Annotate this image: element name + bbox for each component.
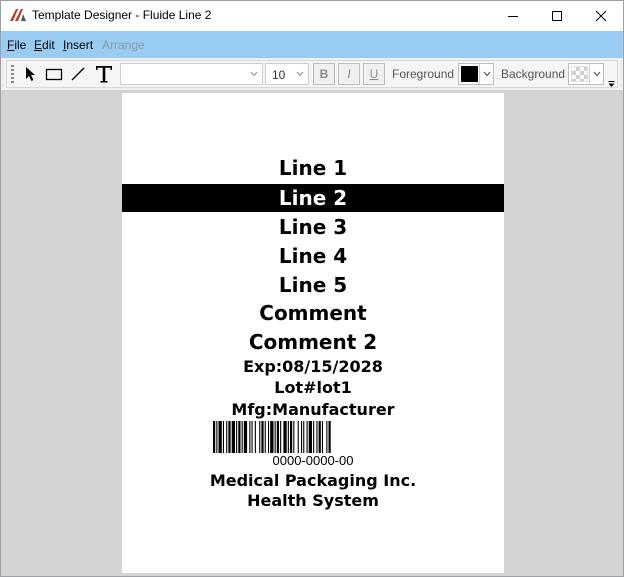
barcode-bar [316, 421, 318, 453]
design-canvas[interactable]: Line 1 Line 2 Line 3 Line 4 Line 5 Comme… [1, 90, 623, 576]
barcode-bar [236, 421, 238, 453]
rectangle-tool-button[interactable] [44, 63, 64, 85]
barcode-bar [213, 421, 216, 453]
barcode-bar [259, 421, 261, 453]
barcode-bar [297, 421, 299, 453]
label-line-1[interactable]: Line 1 [122, 154, 504, 182]
minimize-button[interactable] [490, 1, 536, 31]
label-line-4[interactable]: Line 4 [122, 242, 504, 270]
close-icon [595, 10, 607, 22]
maximize-button[interactable] [534, 1, 580, 31]
barcode-bar [251, 421, 253, 453]
background-color-picker[interactable] [568, 63, 604, 85]
barcode-bar [321, 421, 323, 453]
transparent-checker-icon [571, 66, 588, 82]
label-line-5[interactable]: Line 5 [122, 271, 504, 299]
barcode-bar [280, 421, 282, 453]
barcode-bar [261, 421, 264, 453]
pointer-tool-button[interactable] [21, 63, 39, 85]
barcode-bar [249, 421, 251, 453]
label-comment-2[interactable]: Comment 2 [122, 328, 504, 356]
label-health-system[interactable]: Health System [122, 490, 504, 511]
chevron-down-icon [483, 71, 490, 77]
app-logo-icon [9, 8, 27, 22]
font-size-value: 10 [272, 68, 286, 82]
font-name-combo[interactable] [120, 63, 263, 85]
barcode-bar [254, 421, 256, 453]
barcode-bar [226, 421, 228, 453]
text-icon [96, 66, 112, 83]
label-line-3[interactable]: Line 3 [122, 213, 504, 241]
barcode-bar [308, 421, 312, 453]
background-label: Background [501, 67, 566, 81]
barcode-bar [287, 421, 289, 453]
foreground-color-swatch [461, 66, 478, 82]
barcode-bar [313, 421, 315, 453]
barcode-bar [238, 421, 241, 453]
line-icon [71, 67, 85, 81]
toolbar: 10 B I U Foreground Background [6, 60, 618, 88]
barcode-bar [216, 421, 218, 453]
rectangle-icon [45, 68, 63, 81]
barcode-bar [241, 421, 243, 453]
foreground-color-picker[interactable] [458, 63, 494, 85]
barcode[interactable] [212, 421, 412, 453]
bold-button[interactable]: B [313, 63, 335, 85]
label-line-2-selected[interactable]: Line 2 [122, 184, 504, 212]
chevron-down-icon [250, 71, 258, 77]
text-tool-button[interactable] [93, 63, 115, 85]
label-company[interactable]: Medical Packaging Inc. [122, 470, 504, 491]
toolbar-grip[interactable] [11, 65, 14, 83]
barcode-bar [270, 421, 274, 453]
barcode-bar [328, 421, 331, 453]
chevron-down-icon [296, 71, 304, 77]
barcode-bar [283, 421, 287, 453]
barcode-bar [264, 421, 266, 453]
barcode-bar [231, 421, 235, 453]
barcode-bar [301, 421, 303, 453]
barcode-bar [303, 421, 305, 453]
title-bar[interactable]: Template Designer - Fluide Line 2 [1, 1, 623, 31]
menu-bar: File Edit Insert Arrange [1, 31, 623, 58]
overflow-chevron-icon [608, 81, 615, 87]
barcode-bar [306, 421, 308, 453]
barcode-number[interactable]: 0000-0000-00 [122, 453, 504, 469]
label-page[interactable]: Line 1 Line 2 Line 3 Line 4 Line 5 Comme… [122, 93, 504, 573]
barcode-bar [318, 421, 321, 453]
barcode-bar [326, 421, 328, 453]
barcode-bar [268, 421, 270, 453]
barcode-bar [290, 421, 293, 453]
pointer-icon [26, 67, 35, 81]
barcode-bar [293, 421, 295, 453]
template-designer-window: Template Designer - Fluide Line 2 File E… [0, 0, 624, 577]
barcode-bar [218, 421, 222, 453]
underline-button[interactable]: U [363, 63, 385, 85]
label-manufacturer[interactable]: Mfg:Manufacturer [122, 399, 504, 421]
barcode-bar [228, 421, 231, 453]
barcode-bar [276, 421, 279, 453]
foreground-label: Foreground [392, 67, 455, 81]
window-title: Template Designer - Fluide Line 2 [32, 8, 212, 22]
menu-arrange: Arrange [102, 38, 145, 52]
close-button[interactable] [578, 1, 623, 31]
line-tool-button[interactable] [69, 63, 87, 85]
barcode-bar [274, 421, 276, 453]
minimize-icon [508, 16, 518, 17]
font-size-combo[interactable]: 10 [265, 63, 309, 85]
maximize-icon [552, 11, 562, 21]
barcode-bar [243, 421, 248, 453]
menu-edit[interactable]: Edit [34, 38, 55, 52]
chevron-down-icon [593, 71, 600, 77]
label-lot[interactable]: Lot#lot1 [122, 377, 504, 399]
menu-file[interactable]: File [7, 38, 26, 52]
menu-insert[interactable]: Insert [63, 38, 93, 52]
label-comment[interactable]: Comment [122, 299, 504, 327]
italic-button[interactable]: I [338, 63, 360, 85]
label-expiry[interactable]: Exp:08/15/2028 [122, 356, 504, 378]
barcode-bar [222, 421, 224, 453]
